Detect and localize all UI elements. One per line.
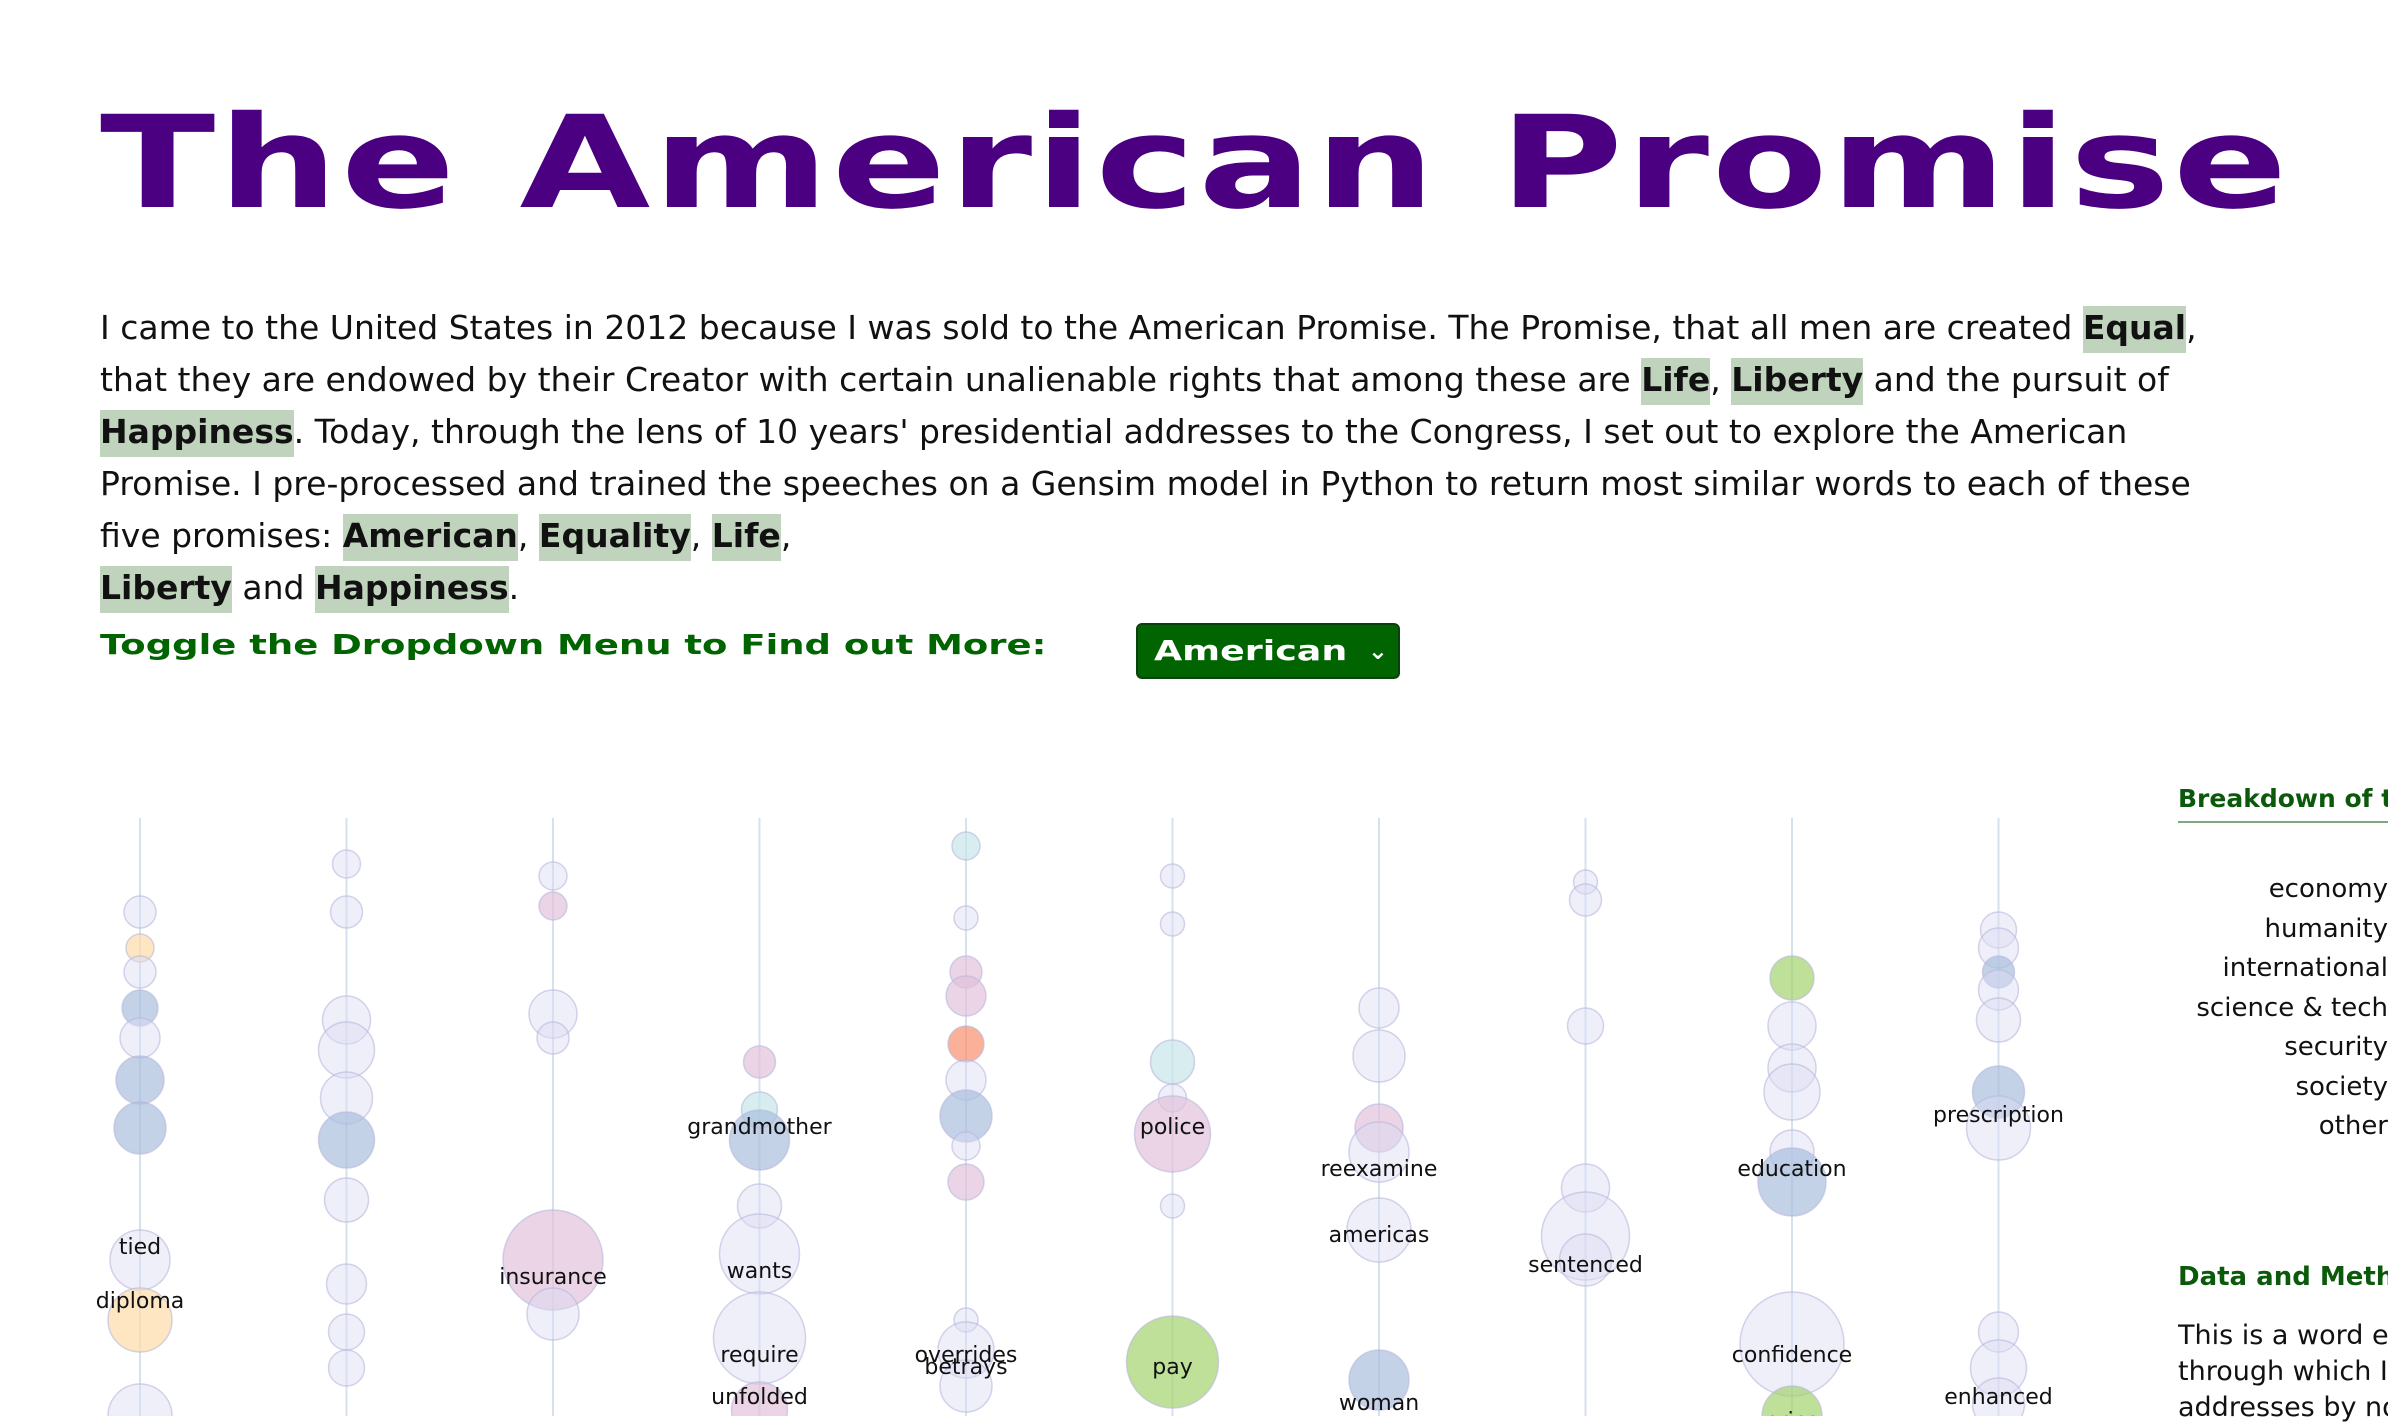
word-bubble[interactable] [945, 975, 987, 1017]
method-line-3: addresses by norm [2178, 1392, 2388, 1423]
word-bubble[interactable] [536, 1021, 570, 1055]
word-bubble[interactable] [107, 1383, 173, 1416]
word-label: insurance [499, 1265, 607, 1290]
word-bubble[interactable] [123, 895, 157, 929]
highlight-life: Life [1641, 358, 1711, 405]
intro-text: . [508, 568, 520, 607]
highlight-liberty-2: Liberty [100, 566, 232, 613]
legend-item-other[interactable]: other [2178, 1107, 2388, 1147]
word-label: wants [727, 1259, 793, 1284]
highlight-happiness: Happiness [100, 410, 294, 457]
dropdown-prompt-label: Toggle the Dropdown Menu to Find out Mor… [100, 628, 1047, 661]
word-bubble[interactable] [317, 1021, 376, 1079]
intro-text: , [690, 516, 712, 555]
word-label: betrays [924, 1355, 1007, 1380]
word-bubble[interactable] [1358, 987, 1400, 1029]
word-label: require [720, 1343, 798, 1368]
word-bubble[interactable] [953, 905, 979, 931]
word-label: enhanced [1944, 1385, 2052, 1410]
word-bubble[interactable] [712, 1291, 807, 1385]
page-title: The American Promise [100, 89, 2291, 238]
word-label: pay [1152, 1355, 1192, 1380]
word-label: price [1765, 1409, 1820, 1416]
word-bubble[interactable] [742, 1045, 777, 1079]
word-label: americas [1329, 1223, 1430, 1248]
word-label: education [1737, 1157, 1846, 1182]
dropdown-selected-value: American [1154, 634, 1348, 667]
word-bubble[interactable] [329, 895, 364, 929]
word-bubble[interactable] [123, 955, 157, 989]
word-bubble[interactable] [951, 831, 981, 861]
word-label: reexamine [1321, 1157, 1438, 1182]
word-bubble[interactable] [1568, 883, 1603, 917]
word-bubble[interactable] [526, 1287, 580, 1341]
word-bubble[interactable] [947, 1163, 985, 1201]
word-label: woman [1339, 1391, 1419, 1416]
word-label: sentenced [1528, 1253, 1643, 1278]
legend-item-international[interactable]: international [2178, 949, 2388, 989]
word-bubble[interactable] [1352, 1029, 1406, 1083]
highlight-equal: Equal [2082, 306, 2187, 353]
highlight-life-2: Life [711, 514, 781, 561]
word-bubble[interactable] [538, 861, 568, 891]
chevron-down-icon: ⌄ [1367, 637, 1388, 665]
promise-dropdown[interactable]: American ⌄ [1136, 623, 1400, 679]
word-bubble[interactable] [538, 891, 568, 921]
word-label: diploma [96, 1289, 185, 1314]
word-label: grandmother [687, 1115, 832, 1140]
word-bubble[interactable] [331, 849, 362, 879]
intro-text: and [231, 568, 315, 607]
data-method-text: This is a word em through which I pr add… [2178, 1318, 2388, 1426]
breakdown-heading: Breakdown of the [2178, 784, 2388, 823]
word-bubble[interactable] [115, 1055, 165, 1105]
word-bubble[interactable] [951, 1131, 981, 1161]
word-bubble[interactable] [323, 1177, 370, 1223]
method-line-2-text: through which I [2178, 1356, 2388, 1387]
word-bubble[interactable] [1159, 1193, 1186, 1219]
intro-text: , [780, 516, 792, 555]
word-bubble[interactable] [325, 1263, 368, 1305]
intro-text: I came to the United States in 2012 beca… [100, 308, 2083, 347]
word-label: confidence [1732, 1343, 1852, 1368]
highlight-american: American [342, 514, 518, 561]
word-bubble[interactable] [1767, 1001, 1817, 1051]
intro-text: , [517, 516, 539, 555]
word-bubble[interactable] [1763, 1063, 1821, 1121]
legend-item-society[interactable]: society [2178, 1068, 2388, 1108]
word-label: unfolded [711, 1385, 808, 1410]
intro-text: and the pursuit of [1863, 360, 2169, 399]
highlight-equality: Equality [538, 514, 691, 561]
word-bubble[interactable] [1159, 911, 1186, 937]
word-bubble[interactable] [119, 1017, 161, 1059]
intro-text: , [1710, 360, 1732, 399]
method-line-2: through which I pr [2178, 1354, 2388, 1390]
word-label: police [1140, 1115, 1205, 1140]
word-bubble[interactable] [947, 1025, 985, 1063]
word-embedding-chart: tieddiplomaallowedinsurancegrandmotherwa… [96, 818, 2064, 1416]
word-bubble[interactable] [317, 1111, 376, 1169]
category-legend: economy humanity international science &… [2178, 870, 2388, 1147]
word-label: prescription [1933, 1103, 2064, 1128]
legend-item-security[interactable]: security [2178, 1028, 2388, 1068]
method-line-1: This is a word em [2178, 1320, 2388, 1351]
legend-item-humanity[interactable]: humanity [2178, 910, 2388, 950]
word-bubble[interactable] [1159, 863, 1186, 889]
word-bubble[interactable] [327, 1313, 366, 1351]
word-bubble[interactable] [1769, 955, 1815, 1001]
word-bubble[interactable] [1566, 1007, 1605, 1045]
legend-item-science-tech[interactable]: science & tech [2178, 989, 2388, 1029]
word-label: tied [119, 1235, 161, 1260]
word-bubble[interactable] [113, 1101, 167, 1155]
highlight-liberty: Liberty [1731, 358, 1864, 405]
word-bubble[interactable] [1975, 997, 2022, 1043]
intro-paragraph: I came to the United States in 2012 beca… [100, 302, 2240, 614]
word-bubble[interactable] [1149, 1039, 1196, 1085]
word-bubble[interactable] [327, 1349, 366, 1387]
legend-item-economy[interactable]: economy [2178, 870, 2388, 910]
highlight-happiness-2: Happiness [314, 566, 509, 613]
data-method-heading: Data and Method [2178, 1262, 2388, 1292]
